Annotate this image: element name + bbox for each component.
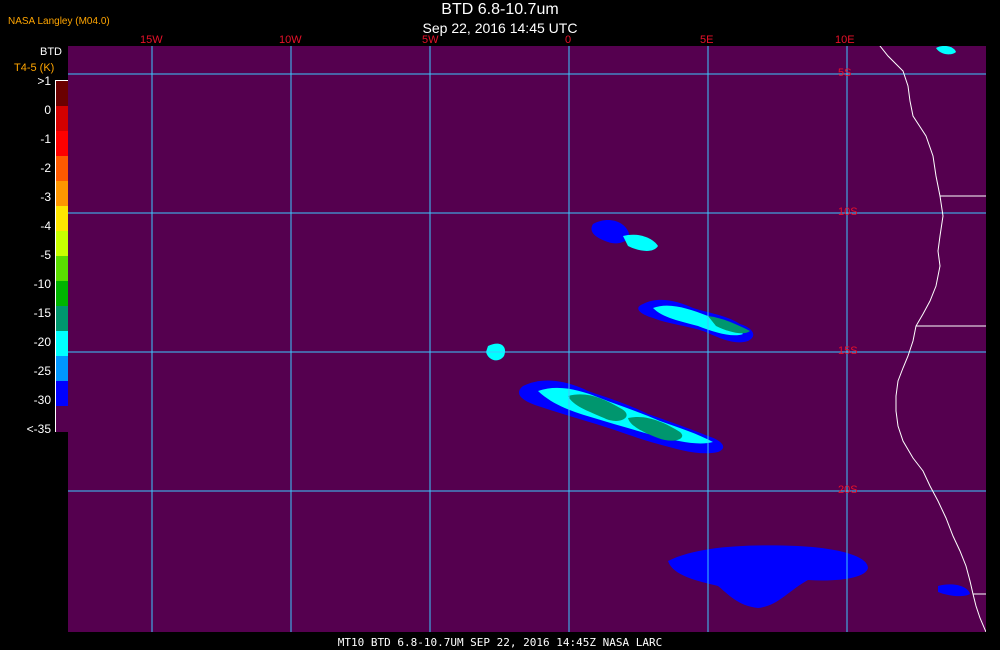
colorbar-tick-label: >1 — [37, 74, 51, 88]
latitude-label: 20S — [838, 484, 858, 496]
latitude-label: 5S — [838, 67, 852, 79]
colorbar-tick-label: <-35 — [26, 422, 51, 436]
map-background — [68, 46, 986, 632]
colorbar-tick-label: -15 — [33, 306, 51, 320]
colorbar-tick-label: -5 — [40, 248, 51, 262]
longitude-label: 10W — [279, 34, 302, 46]
product-title: BTD 6.8-10.7um — [441, 1, 559, 18]
satellite-map — [68, 46, 986, 632]
colorbar-tick-label: -10 — [33, 277, 51, 291]
latitude-label: 15S — [838, 345, 858, 357]
longitude-label: 10E — [835, 34, 855, 46]
colorbar-tick-label: -3 — [40, 190, 51, 204]
colorbar-tick-label: -30 — [33, 393, 51, 407]
longitude-label: 5E — [700, 34, 714, 46]
longitude-label: 5W — [422, 34, 439, 46]
colorbar-tick-label: 0 — [44, 103, 51, 117]
colorbar-tick-label: -4 — [40, 219, 51, 233]
colorbar-tick-label: -25 — [33, 364, 51, 378]
longitude-label: 0 — [565, 34, 572, 46]
colorbar-tick-label: -1 — [40, 132, 51, 146]
legend-units: T4-5 (K) — [14, 62, 55, 74]
longitude-label: 15W — [140, 34, 163, 46]
colorbar-tick-label: -2 — [40, 161, 51, 175]
colorbar-tick-label: -20 — [33, 335, 51, 349]
legend-title: BTD — [40, 46, 62, 58]
footer-caption: MT10 BTD 6.8-10.7UM SEP 22, 2016 14:45Z … — [337, 636, 663, 649]
latitude-label: 10S — [838, 206, 858, 218]
